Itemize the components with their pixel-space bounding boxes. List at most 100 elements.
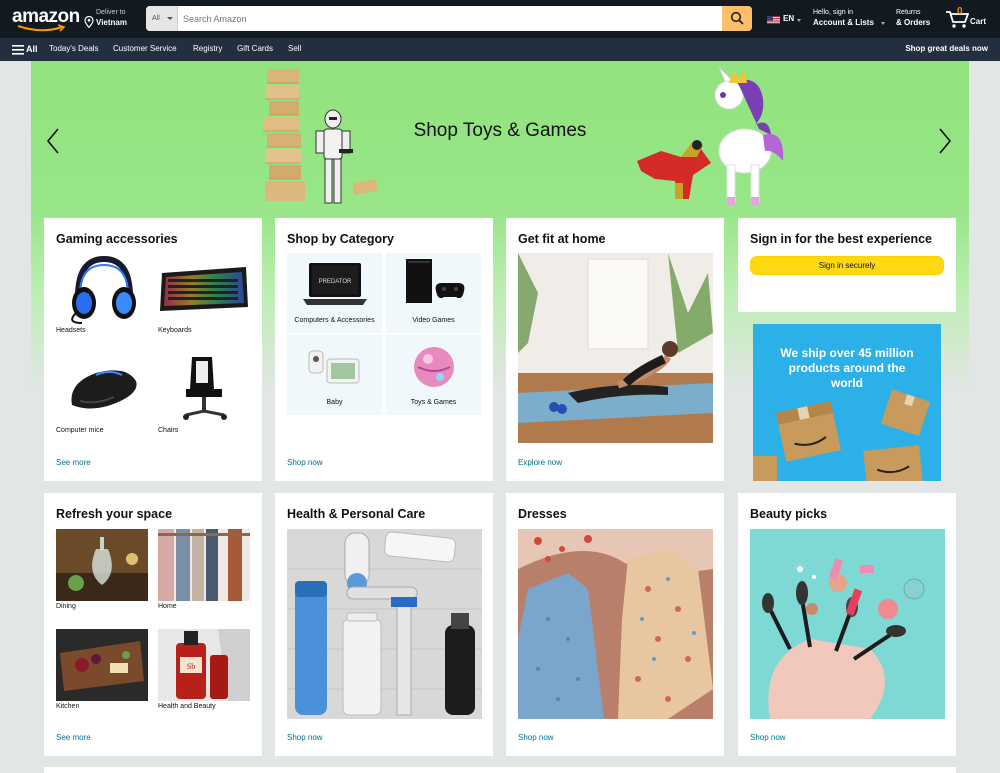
shop-now-link[interactable]: Shop now xyxy=(750,733,786,742)
deliver-label: Deliver to xyxy=(96,9,126,16)
returns-label: Returns xyxy=(896,9,921,16)
search-category-select[interactable]: All xyxy=(146,6,178,31)
location-pin-icon xyxy=(84,16,94,28)
sign-in-button[interactable]: Sign in securely xyxy=(750,256,944,275)
card-title: Get fit at home xyxy=(518,232,606,246)
quad-item-dining[interactable]: Dining xyxy=(56,529,148,611)
quad-item-chairs[interactable]: Chairs xyxy=(158,353,250,439)
dining-image xyxy=(56,529,148,601)
search-input[interactable] xyxy=(178,6,722,31)
mouse-image xyxy=(71,370,137,409)
toy-ball-image xyxy=(414,347,454,387)
language-code: EN xyxy=(783,14,795,23)
shipping-boxes-image xyxy=(753,389,931,481)
shipping-ad-banner[interactable]: We ship over 45 million products around … xyxy=(753,324,941,481)
deliver-location: Vietnam xyxy=(96,18,127,27)
wooden-blocks-image xyxy=(353,179,378,195)
nav-link-todays-deals[interactable]: Today's Deals xyxy=(49,44,99,53)
quad-item-kitchen[interactable]: Kitchen xyxy=(56,629,148,711)
us-flag-icon xyxy=(767,16,780,24)
cart-count: 0 xyxy=(957,6,963,17)
pony-toy-image xyxy=(714,66,784,205)
category-tile-toys-games[interactable]: Toys & Games xyxy=(386,335,481,415)
category-caption: Toys & Games xyxy=(410,399,457,406)
card-title: Dresses xyxy=(518,507,567,521)
fitness-photo-image[interactable] xyxy=(518,253,713,443)
home-textiles-image xyxy=(158,529,250,601)
account-label: Account & Lists xyxy=(813,18,874,27)
hamburger-menu-icon xyxy=(12,45,24,55)
returns-and-orders[interactable]: Returns & Orders xyxy=(896,9,938,31)
quad-caption: Kitchen xyxy=(56,703,80,710)
see-more-link[interactable]: See more xyxy=(56,733,91,742)
amazon-logo[interactable]: amazon xyxy=(12,6,80,32)
search-bar: All xyxy=(146,6,752,31)
card-dresses: Dresses Shop now xyxy=(506,493,724,756)
card-beauty-picks: Beauty picks Shop now xyxy=(738,493,956,756)
shop-now-link[interactable]: Shop now xyxy=(287,458,323,467)
quad-item-health-beauty[interactable]: Sb Health and Beauty xyxy=(158,629,250,711)
language-selector[interactable]: EN xyxy=(767,14,805,28)
quad-item-computer-mice[interactable]: Computer mice xyxy=(56,353,148,439)
shop-now-link[interactable]: Shop now xyxy=(518,733,554,742)
chevron-down-icon xyxy=(167,17,173,20)
category-tile-computers[interactable]: PREDATOR Computers & Accessories xyxy=(287,253,382,333)
card-get-fit-at-home: Get fit at home Explore now xyxy=(506,218,724,481)
card-sign-in: Sign in for the best experience Sign in … xyxy=(738,218,956,312)
beauty-products-image[interactable] xyxy=(750,529,945,719)
gaming-chair-image xyxy=(183,357,227,420)
search-icon xyxy=(730,11,744,25)
quad-caption: Computer mice xyxy=(56,427,104,434)
hero-title: Shop Toys & Games xyxy=(413,120,587,141)
category-tile-video-games[interactable]: Video Games xyxy=(386,253,481,333)
category-caption: Baby xyxy=(326,399,343,406)
laptop-image: PREDATOR xyxy=(303,263,367,305)
nav-link-registry[interactable]: Registry xyxy=(193,44,222,53)
health-beauty-image: Sb xyxy=(158,629,250,701)
card-title: Health & Personal Care xyxy=(287,507,426,521)
explore-now-link[interactable]: Explore now xyxy=(518,458,562,467)
nav-link-customer-service[interactable]: Customer Service xyxy=(113,44,177,53)
account-and-lists[interactable]: Hello, sign in Account & Lists xyxy=(813,9,887,31)
kitchen-image xyxy=(56,629,148,701)
nav-link-gift-cards[interactable]: Gift Cards xyxy=(237,44,273,53)
dresses-image[interactable] xyxy=(518,529,713,719)
top-navbar: amazon Deliver to Vietnam All Search Ama… xyxy=(0,0,1000,38)
logo-smile-icon xyxy=(17,24,66,32)
promo-link[interactable]: Shop great deals now xyxy=(905,44,988,53)
cart-button[interactable]: 0 Cart xyxy=(945,6,991,32)
svg-text:Sb: Sb xyxy=(187,662,195,671)
quad-caption: Home xyxy=(158,603,177,610)
category-tile-baby[interactable]: Baby xyxy=(287,335,382,415)
sub-navbar: All Today's Deals Customer Service Regis… xyxy=(0,38,1000,61)
cart-label: Cart xyxy=(970,17,987,26)
quad-caption: Chairs xyxy=(158,427,179,434)
search-button[interactable] xyxy=(722,6,752,31)
shop-now-link[interactable]: Shop now xyxy=(287,733,323,742)
card-title: Refresh your space xyxy=(56,507,173,521)
nav-link-sell[interactable]: Sell xyxy=(288,44,301,53)
deliver-to[interactable]: Deliver to Vietnam xyxy=(84,9,140,31)
svg-text:PREDATOR: PREDATOR xyxy=(319,279,352,285)
card-title: Shop by Category xyxy=(287,232,394,246)
ad-text: We ship over 45 million products around … xyxy=(780,346,914,390)
category-caption: Computers & Accessories xyxy=(294,317,375,324)
quad-caption: Dining xyxy=(56,603,76,610)
quad-item-keyboards[interactable]: Keyboards xyxy=(158,253,250,339)
chevron-down-icon xyxy=(797,19,801,22)
account-greeting: Hello, sign in xyxy=(813,9,854,16)
card-title: Sign in for the best experience xyxy=(750,232,932,246)
carousel-next-button[interactable] xyxy=(937,127,953,155)
quad-caption: Health and Beauty xyxy=(158,703,216,710)
headset-image xyxy=(71,255,136,324)
card-refresh-your-space: Refresh your space Dining Home Kitchen S… xyxy=(44,493,262,756)
see-more-link[interactable]: See more xyxy=(56,458,91,467)
quad-caption: Keyboards xyxy=(158,327,192,334)
search-category-value: All xyxy=(152,15,160,22)
personal-care-image[interactable] xyxy=(287,529,482,719)
quad-item-home[interactable]: Home xyxy=(158,529,250,611)
orders-label: & Orders xyxy=(896,18,931,27)
carousel-prev-button[interactable] xyxy=(45,127,61,155)
keyboard-image xyxy=(160,267,248,311)
quad-item-headsets[interactable]: Headsets xyxy=(56,253,148,339)
